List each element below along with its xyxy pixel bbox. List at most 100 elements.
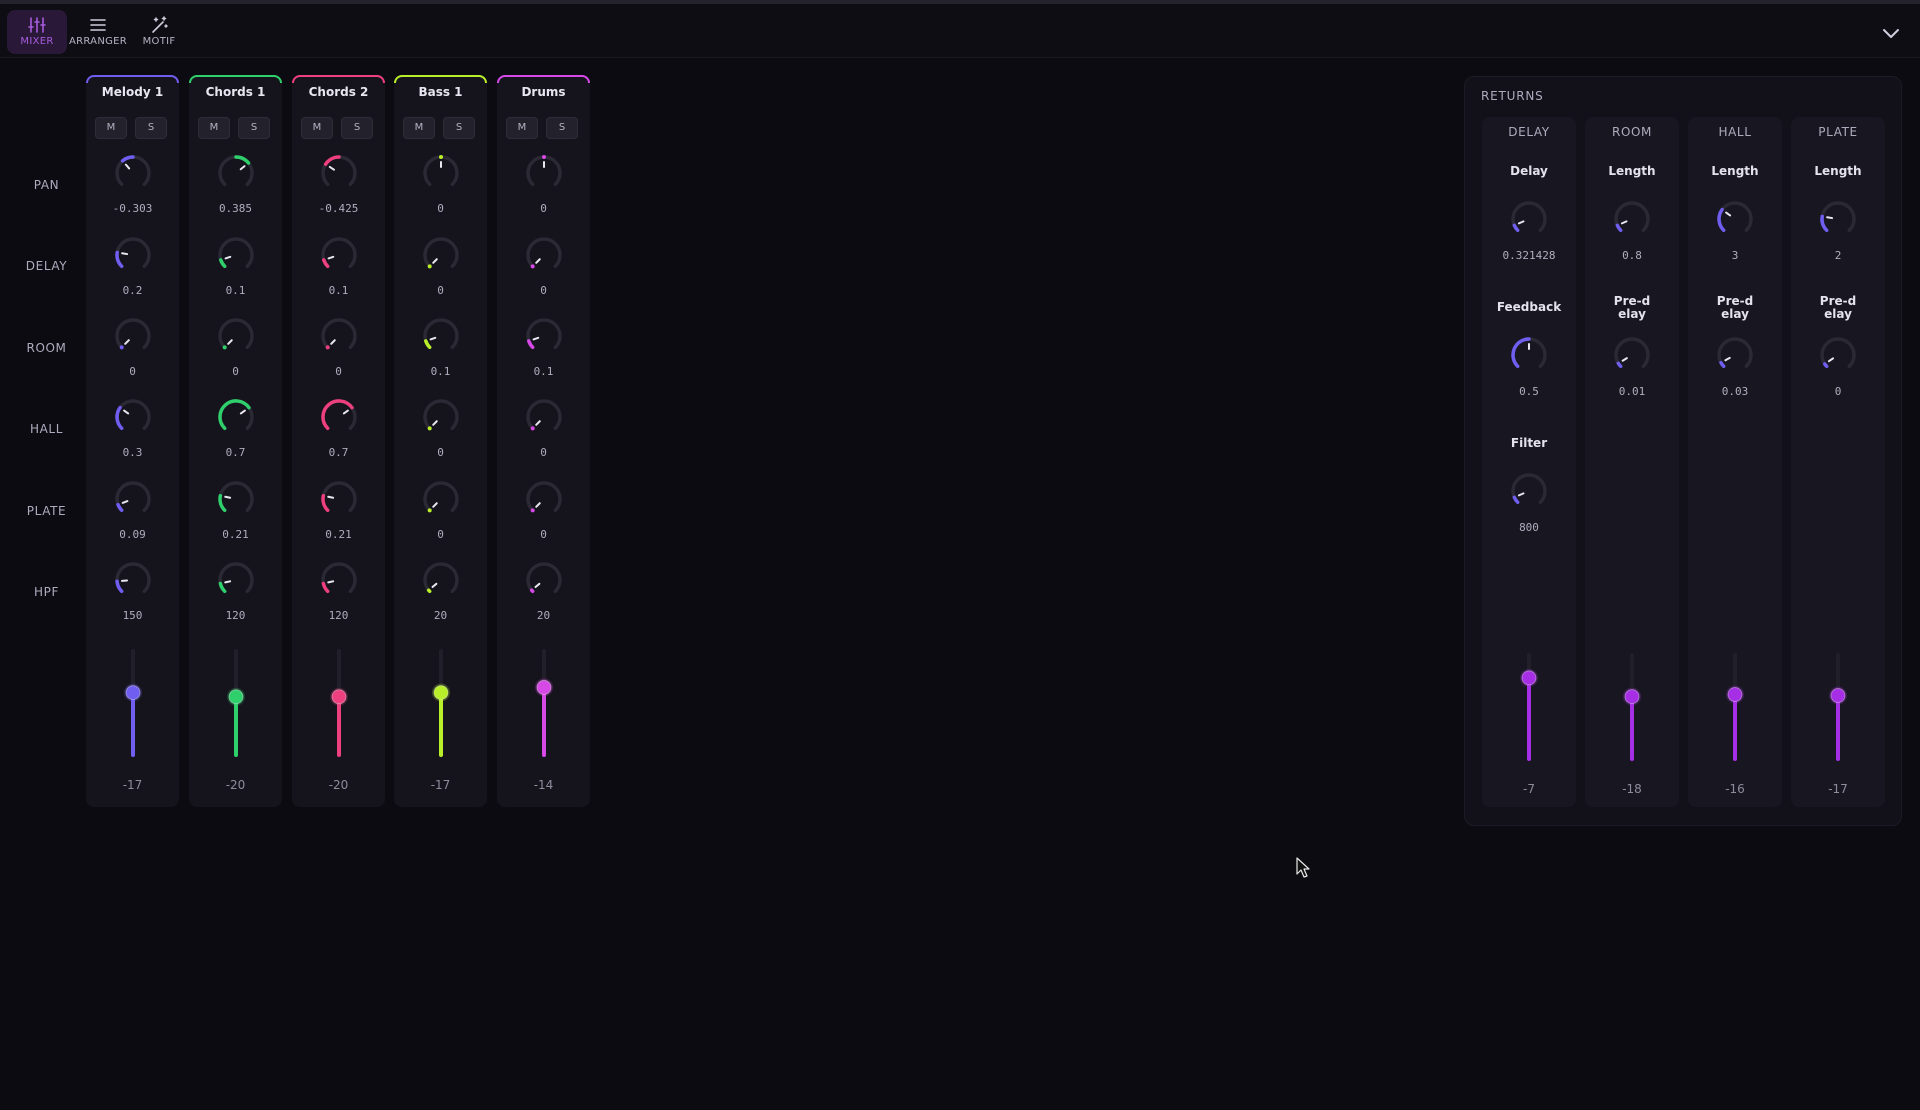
param-knob-pre-delay[interactable] bbox=[1817, 334, 1859, 376]
hall-knob-graphic[interactable] bbox=[215, 396, 257, 438]
mute-button[interactable]: M bbox=[301, 117, 333, 139]
pan-knob-graphic[interactable] bbox=[318, 152, 360, 194]
delay-knob-graphic[interactable] bbox=[420, 234, 462, 276]
param-knob-feedback[interactable] bbox=[1508, 334, 1550, 376]
plate-knob-graphic[interactable] bbox=[523, 478, 565, 520]
knob-pan[interactable] bbox=[420, 152, 462, 194]
volume-fader-graphic[interactable] bbox=[328, 643, 350, 763]
knob-room[interactable] bbox=[420, 315, 462, 357]
mute-button[interactable]: M bbox=[198, 117, 230, 139]
knob-hall[interactable] bbox=[318, 396, 360, 438]
nav-mixer-button[interactable]: MIXER bbox=[7, 10, 67, 54]
param-knob-length[interactable] bbox=[1817, 198, 1859, 240]
param-knob-delay[interactable] bbox=[1508, 198, 1550, 240]
delay-knob-graphic[interactable] bbox=[1508, 198, 1550, 240]
hall-knob-graphic[interactable] bbox=[523, 396, 565, 438]
knob-plate[interactable] bbox=[420, 478, 462, 520]
plate-knob-graphic[interactable] bbox=[112, 478, 154, 520]
knob-plate[interactable] bbox=[318, 478, 360, 520]
knob-hall[interactable] bbox=[420, 396, 462, 438]
track-name[interactable]: Chords 1 bbox=[189, 85, 282, 99]
volume-fader-graphic[interactable] bbox=[225, 643, 247, 763]
volume-fader-graphic[interactable] bbox=[533, 643, 555, 763]
knob-plate[interactable] bbox=[523, 478, 565, 520]
track-name[interactable]: Melody 1 bbox=[86, 85, 179, 99]
plate-knob-graphic[interactable] bbox=[420, 478, 462, 520]
knob-hpf[interactable] bbox=[318, 559, 360, 601]
return-fader-graphic[interactable] bbox=[1518, 647, 1540, 767]
param-knob-pre-delay[interactable] bbox=[1611, 334, 1653, 376]
knob-delay[interactable] bbox=[523, 234, 565, 276]
pan-knob-graphic[interactable] bbox=[112, 152, 154, 194]
knob-hall[interactable] bbox=[523, 396, 565, 438]
knob-hall[interactable] bbox=[112, 396, 154, 438]
track-name[interactable]: Chords 2 bbox=[292, 85, 385, 99]
knob-pan[interactable] bbox=[215, 152, 257, 194]
hpf-knob-graphic[interactable] bbox=[112, 559, 154, 601]
length-knob-graphic[interactable] bbox=[1611, 198, 1653, 240]
plate-knob-graphic[interactable] bbox=[318, 478, 360, 520]
pre-delay-knob-graphic[interactable] bbox=[1817, 334, 1859, 376]
solo-button[interactable]: S bbox=[443, 117, 475, 139]
solo-button[interactable]: S bbox=[135, 117, 167, 139]
pan-knob-graphic[interactable] bbox=[420, 152, 462, 194]
track-name[interactable]: Bass 1 bbox=[394, 85, 487, 99]
knob-hpf[interactable] bbox=[112, 559, 154, 601]
room-knob-graphic[interactable] bbox=[318, 315, 360, 357]
knob-delay[interactable] bbox=[318, 234, 360, 276]
knob-hall[interactable] bbox=[215, 396, 257, 438]
solo-button[interactable]: S bbox=[546, 117, 578, 139]
knob-plate[interactable] bbox=[215, 478, 257, 520]
volume-fader[interactable] bbox=[328, 643, 350, 763]
track-name[interactable]: Drums bbox=[497, 85, 590, 99]
hall-knob-graphic[interactable] bbox=[420, 396, 462, 438]
solo-button[interactable]: S bbox=[341, 117, 373, 139]
delay-knob-graphic[interactable] bbox=[112, 234, 154, 276]
length-knob-graphic[interactable] bbox=[1714, 198, 1756, 240]
knob-hpf[interactable] bbox=[215, 559, 257, 601]
return-fader[interactable] bbox=[1724, 647, 1746, 767]
knob-room[interactable] bbox=[215, 315, 257, 357]
return-fader[interactable] bbox=[1518, 647, 1540, 767]
hpf-knob-graphic[interactable] bbox=[420, 559, 462, 601]
volume-fader[interactable] bbox=[430, 643, 452, 763]
mute-button[interactable]: M bbox=[403, 117, 435, 139]
knob-hpf[interactable] bbox=[420, 559, 462, 601]
param-knob-filter[interactable] bbox=[1508, 470, 1550, 512]
room-knob-graphic[interactable] bbox=[112, 315, 154, 357]
hpf-knob-graphic[interactable] bbox=[215, 559, 257, 601]
knob-delay[interactable] bbox=[215, 234, 257, 276]
plate-knob-graphic[interactable] bbox=[215, 478, 257, 520]
volume-fader[interactable] bbox=[533, 643, 555, 763]
room-knob-graphic[interactable] bbox=[523, 315, 565, 357]
delay-knob-graphic[interactable] bbox=[215, 234, 257, 276]
delay-knob-graphic[interactable] bbox=[523, 234, 565, 276]
volume-fader-graphic[interactable] bbox=[122, 643, 144, 763]
return-fader-graphic[interactable] bbox=[1621, 647, 1643, 767]
param-knob-pre-delay[interactable] bbox=[1714, 334, 1756, 376]
hall-knob-graphic[interactable] bbox=[318, 396, 360, 438]
knob-room[interactable] bbox=[318, 315, 360, 357]
length-knob-graphic[interactable] bbox=[1817, 198, 1859, 240]
chevron-down-icon[interactable] bbox=[1880, 22, 1902, 44]
knob-delay[interactable] bbox=[112, 234, 154, 276]
nav-motif-button[interactable]: MOTIF bbox=[129, 10, 189, 54]
return-fader[interactable] bbox=[1827, 647, 1849, 767]
mute-button[interactable]: M bbox=[95, 117, 127, 139]
hpf-knob-graphic[interactable] bbox=[523, 559, 565, 601]
nav-arranger-button[interactable]: ARRANGER bbox=[68, 10, 128, 54]
knob-pan[interactable] bbox=[523, 152, 565, 194]
return-fader-graphic[interactable] bbox=[1724, 647, 1746, 767]
knob-hpf[interactable] bbox=[523, 559, 565, 601]
pre-delay-knob-graphic[interactable] bbox=[1714, 334, 1756, 376]
feedback-knob-graphic[interactable] bbox=[1508, 334, 1550, 376]
return-fader-graphic[interactable] bbox=[1827, 647, 1849, 767]
knob-room[interactable] bbox=[523, 315, 565, 357]
pre-delay-knob-graphic[interactable] bbox=[1611, 334, 1653, 376]
volume-fader-graphic[interactable] bbox=[430, 643, 452, 763]
filter-knob-graphic[interactable] bbox=[1508, 470, 1550, 512]
hall-knob-graphic[interactable] bbox=[112, 396, 154, 438]
knob-pan[interactable] bbox=[318, 152, 360, 194]
room-knob-graphic[interactable] bbox=[420, 315, 462, 357]
pan-knob-graphic[interactable] bbox=[215, 152, 257, 194]
